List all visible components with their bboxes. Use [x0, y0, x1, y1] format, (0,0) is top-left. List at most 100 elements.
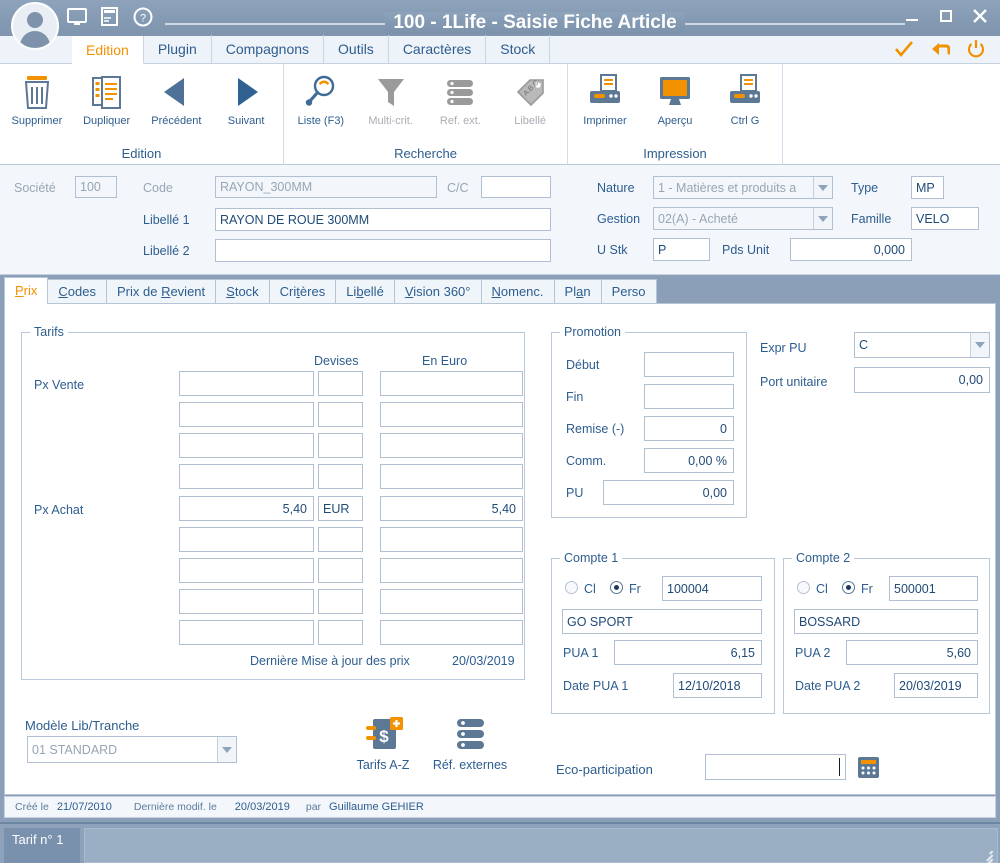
libelle2-field[interactable] — [215, 239, 551, 262]
px-vente-devise[interactable] — [318, 464, 363, 489]
tab-nomenc[interactable]: Nomenc. — [480, 279, 555, 304]
ribbon-tab-edition[interactable]: Edition — [72, 36, 144, 64]
help-icon[interactable]: ? — [132, 6, 154, 28]
user-avatar-icon[interactable] — [11, 2, 59, 50]
compte1-nom-field[interactable]: GO SPORT — [562, 609, 762, 634]
compte2-numero-field[interactable]: 500001 — [889, 576, 978, 601]
compte1-date-pua-field[interactable]: 12/10/2018 — [673, 673, 762, 698]
ribbon-tab-outils[interactable]: Outils — [324, 35, 389, 63]
ribbon-button-multicrit[interactable]: Multi-crit. — [356, 70, 426, 127]
port-unitaire-field[interactable]: 0,00 — [854, 367, 990, 393]
tab-criteres[interactable]: Critères — [268, 279, 337, 304]
pds-unit-field[interactable]: 0,000 — [790, 238, 912, 261]
px-achat-devise[interactable] — [318, 589, 363, 614]
chevron-down-icon[interactable] — [813, 208, 832, 229]
ribbon-button-precedent[interactable]: Précédent — [142, 70, 212, 127]
ribbon-button-dupliquer[interactable]: Dupliquer — [72, 70, 142, 127]
famille-field[interactable]: VELO — [911, 207, 979, 230]
tab-prix-de-revient[interactable]: Prix de Revient — [105, 279, 217, 304]
resize-grip[interactable] — [979, 845, 993, 863]
pu-field[interactable]: 0,00 — [603, 480, 734, 505]
compte1-pua-field[interactable]: 6,15 — [614, 640, 762, 665]
px-achat-euro[interactable] — [380, 589, 523, 614]
status-tarif-tab[interactable]: Tarif n° 1 — [4, 828, 80, 863]
gestion-combo[interactable]: 02(A) - Acheté — [653, 207, 833, 230]
px-vente-euro[interactable] — [380, 371, 523, 396]
px-achat-devise[interactable] — [318, 558, 363, 583]
px-achat-montant[interactable]: 5,40 — [179, 496, 314, 521]
px-achat-euro[interactable]: 5,40 — [380, 496, 523, 521]
px-achat-montant[interactable] — [179, 589, 314, 614]
nature-combo[interactable]: 1 - Matières et produits a — [653, 176, 833, 199]
ribbon-button-supprimer[interactable]: Supprimer — [2, 70, 72, 127]
px-achat-euro[interactable] — [380, 620, 523, 645]
modele-lib-tranche-combo[interactable]: 01 STANDARD — [27, 736, 237, 763]
expr-pu-combo[interactable]: C — [854, 332, 990, 358]
chevron-down-icon[interactable] — [970, 333, 989, 357]
eco-participation-field[interactable] — [705, 754, 846, 780]
monitor-icon[interactable] — [66, 6, 88, 28]
px-vente-devise[interactable] — [318, 433, 363, 458]
px-achat-euro[interactable] — [380, 558, 523, 583]
power-icon[interactable] — [966, 39, 986, 59]
maximize-button[interactable] — [936, 6, 956, 26]
px-vente-euro[interactable] — [380, 433, 523, 458]
fin-field[interactable] — [644, 384, 734, 409]
compte2-radio-cl[interactable] — [797, 581, 810, 594]
px-achat-devise[interactable]: EUR — [318, 496, 363, 521]
compte2-pua-field[interactable]: 5,60 — [846, 640, 978, 665]
ribbon-tab-plugin[interactable]: Plugin — [144, 35, 212, 63]
chevron-down-icon[interactable] — [813, 177, 832, 198]
ribbon-button-refext[interactable]: Ref. ext. — [426, 70, 496, 127]
note-icon[interactable] — [99, 6, 121, 28]
compte2-radio-fr[interactable] — [842, 581, 855, 594]
px-achat-devise[interactable] — [318, 527, 363, 552]
ribbon-tab-caracteres[interactable]: Caractères — [389, 35, 487, 63]
ribbon-tab-compagnons[interactable]: Compagnons — [212, 35, 325, 63]
px-achat-euro[interactable] — [380, 527, 523, 552]
ribbon-button-suivant[interactable]: Suivant — [211, 70, 281, 127]
px-vente-montant[interactable] — [179, 371, 314, 396]
type-field[interactable]: MP — [911, 176, 944, 199]
compte2-nom-field[interactable]: BOSSARD — [794, 609, 978, 634]
undo-arrow-icon[interactable] — [930, 39, 950, 59]
calculator-icon[interactable] — [857, 756, 880, 779]
px-achat-montant[interactable] — [179, 558, 314, 583]
px-vente-montant[interactable] — [179, 402, 314, 427]
debut-field[interactable] — [644, 352, 734, 377]
tab-prix[interactable]: Prix — [4, 277, 49, 304]
remise-field[interactable]: 0 — [644, 416, 734, 441]
ribbon-tab-stock[interactable]: Stock — [486, 35, 551, 63]
compte1-radio-cl[interactable] — [565, 581, 578, 594]
px-vente-devise[interactable] — [318, 402, 363, 427]
px-vente-euro[interactable] — [380, 402, 523, 427]
px-vente-euro[interactable] — [380, 464, 523, 489]
tab-vision-360[interactable]: Vision 360° — [393, 279, 482, 304]
ustk-field[interactable]: P — [653, 238, 710, 261]
compte2-date-pua-field[interactable]: 20/03/2019 — [894, 673, 978, 698]
compte1-radio-fr[interactable] — [610, 581, 623, 594]
compte1-numero-field[interactable]: 100004 — [662, 576, 762, 601]
chevron-down-icon[interactable] — [217, 737, 236, 762]
tab-perso[interactable]: Perso — [600, 279, 657, 304]
comm-field[interactable]: 0,00 % — [644, 448, 734, 473]
ribbon-button-liste[interactable]: Liste (F3) — [286, 70, 356, 127]
ribbon-button-ctrlg[interactable]: Ctrl G — [710, 70, 780, 127]
tarifs-az-button[interactable]: $ Tarifs A-Z — [350, 714, 416, 772]
tab-codes[interactable]: Codes — [47, 279, 107, 304]
ribbon-button-apercu[interactable]: Aperçu — [640, 70, 710, 127]
ref-externes-button[interactable]: Réf. externes — [425, 714, 515, 772]
ribbon-button-libelle[interactable]: A.B.C. Libellé — [495, 70, 565, 127]
validate-check-icon[interactable] — [894, 39, 914, 59]
px-vente-montant[interactable] — [179, 433, 314, 458]
tab-stock[interactable]: Stock — [215, 279, 270, 304]
minimize-button[interactable] — [902, 6, 922, 26]
code-field[interactable]: RAYON_300MM — [215, 176, 437, 198]
ribbon-button-imprimer[interactable]: Imprimer — [570, 70, 640, 127]
cc-field[interactable] — [481, 176, 551, 198]
tab-libelle[interactable]: Libellé — [335, 279, 395, 304]
px-achat-devise[interactable] — [318, 620, 363, 645]
close-button[interactable] — [970, 6, 990, 26]
societe-field[interactable]: 100 — [75, 176, 117, 198]
px-vente-devise[interactable] — [318, 371, 363, 396]
